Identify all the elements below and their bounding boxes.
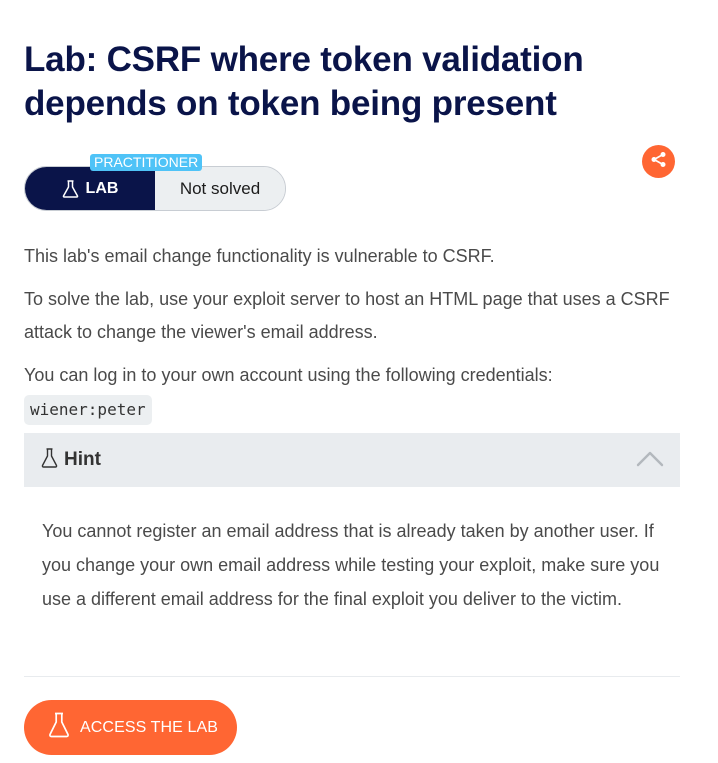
lab-badge: LAB Not solved	[24, 166, 286, 211]
lab-badge-left: LAB	[25, 167, 155, 210]
hint-label: Hint	[64, 449, 101, 470]
description-paragraph: You can log in to your own account using…	[24, 365, 553, 385]
access-lab-button[interactable]: ACCESS THE LAB	[24, 700, 237, 755]
chevron-up-icon[interactable]	[636, 450, 664, 473]
flask-icon	[48, 712, 70, 743]
hint-toggle[interactable]: Hint	[24, 433, 680, 487]
share-icon	[650, 151, 667, 173]
access-lab-label: ACCESS THE LAB	[80, 718, 219, 736]
flask-icon	[41, 447, 58, 473]
flask-icon	[62, 179, 79, 198]
share-button[interactable]	[642, 145, 675, 178]
credentials-code: wiener:peter	[24, 395, 152, 425]
lab-status-badge: LAB Not solved PRACTITIONER	[24, 154, 286, 211]
page-title: Lab: CSRF where token validation depends…	[24, 40, 584, 123]
lab-page: Lab: CSRF where token validation depends…	[0, 0, 718, 763]
level-tag: PRACTITIONER	[90, 154, 203, 171]
description-paragraph: To solve the lab, use your exploit serve…	[24, 289, 670, 342]
description-paragraph: This lab's email change functionality is…	[24, 246, 495, 266]
lab-description: This lab's email change functionality is…	[24, 240, 680, 426]
divider	[24, 676, 680, 677]
lab-badge-label: LAB	[85, 179, 119, 197]
lab-status: Not solved	[155, 167, 285, 210]
hint-text: You cannot register an email address tha…	[42, 521, 660, 609]
